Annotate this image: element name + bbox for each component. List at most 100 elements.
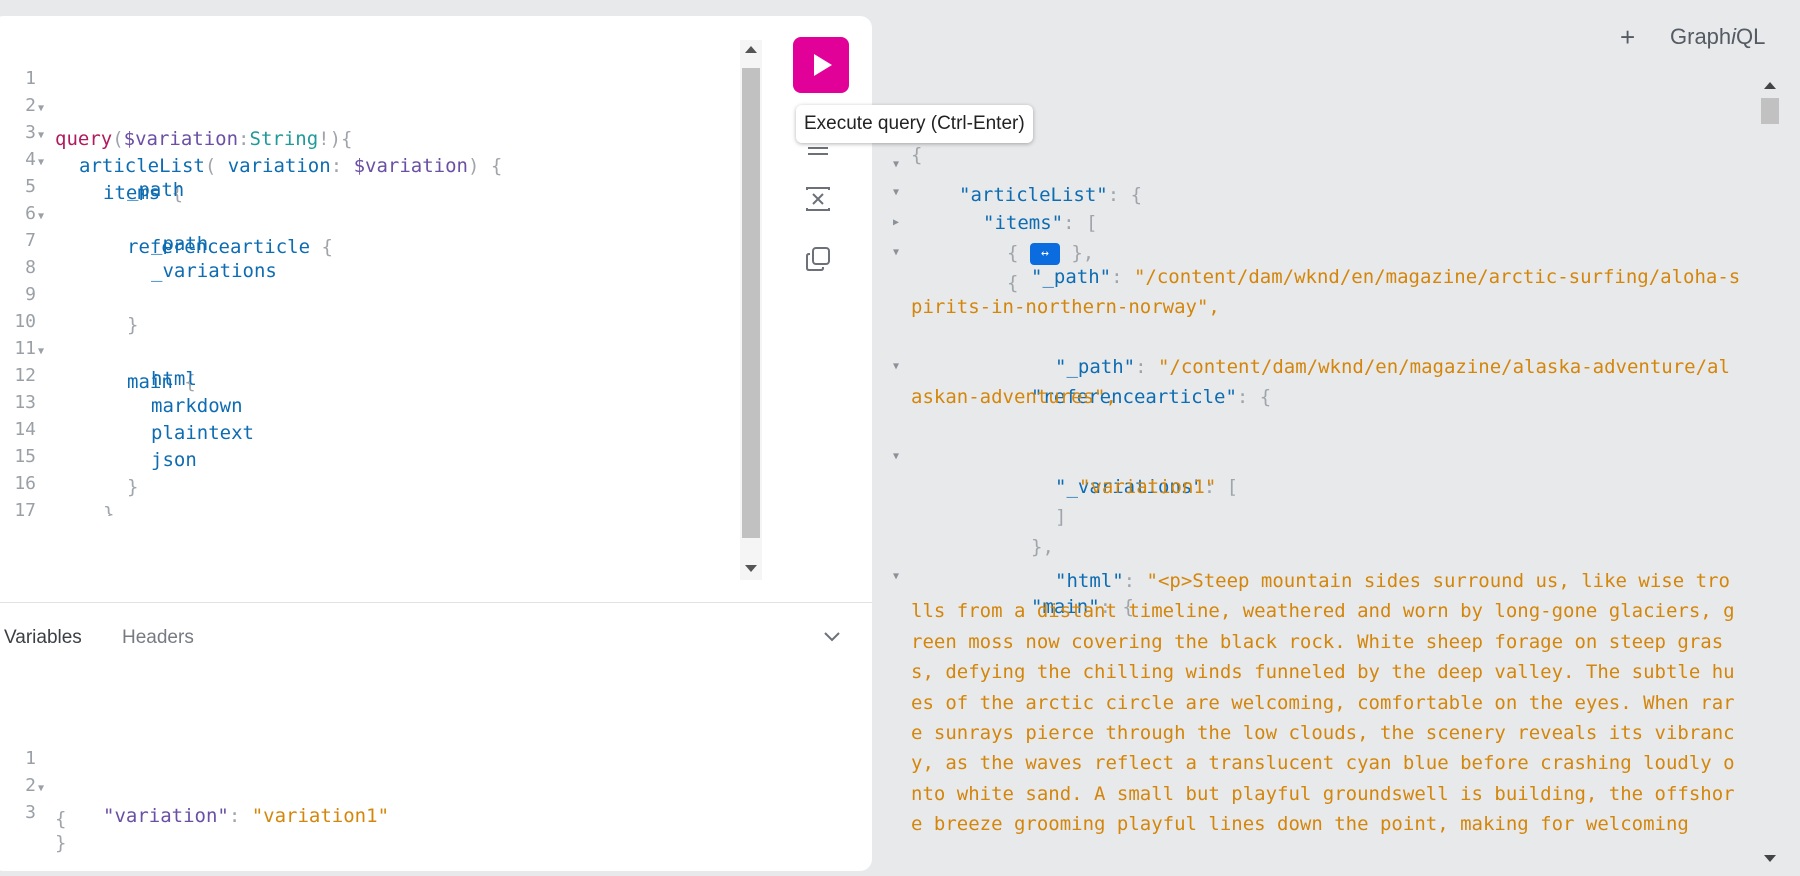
variable-value: "variation1" <box>251 805 390 827</box>
json-key: "_path" <box>1055 356 1136 378</box>
result-line: "_path": "/content/dam/wknd/en/magazine/… <box>911 262 1741 323</box>
json-key: "items" <box>983 212 1064 234</box>
result-line: ] <box>875 472 1066 528</box>
punct-token: : <box>228 805 252 827</box>
punct-token: } <box>127 314 139 336</box>
query-line: 8 <box>0 223 69 278</box>
punct-token: { <box>310 236 333 258</box>
fold-arrow-icon[interactable]: ▼ <box>893 352 899 382</box>
query-editor[interactable]: 1 ▼ query($variation:String!){ 2 ▼ artic… <box>0 34 740 516</box>
execute-tooltip: Execute query (Ctrl-Enter) <box>796 105 1033 143</box>
punct-token: { <box>1007 242 1030 264</box>
punct-token: : <box>1135 356 1158 378</box>
scroll-down-arrow-icon[interactable] <box>1764 855 1776 862</box>
field-token: html <box>151 368 197 390</box>
query-line: 6 _path <box>0 169 208 255</box>
scroll-thumb[interactable] <box>1761 98 1779 124</box>
query-line: 10 ▼ main { <box>0 277 195 393</box>
copy-icon[interactable] <box>803 244 833 274</box>
field-token: _path <box>151 233 209 255</box>
variables-editor[interactable]: 1 ▼ { 2 "variation": "variation1" 3 } <box>0 714 740 854</box>
field-token: markdown <box>151 395 243 417</box>
fold-arrow-icon[interactable]: ▼ <box>893 238 899 268</box>
query-line: 11 html <box>0 304 196 390</box>
query-line: 2 ▼ articleList( variation: $variation) … <box>0 61 502 177</box>
punct-token: }, <box>1031 536 1054 558</box>
json-string: "/content/dam/wknd/en/magazine/alaska-ad… <box>911 356 1730 409</box>
variables-line: 1 ▼ { <box>0 714 69 830</box>
argument-token: variation <box>227 155 331 177</box>
fold-arrow-icon[interactable]: ▼ <box>893 562 899 592</box>
variables-section: Variables Headers <box>0 602 872 654</box>
query-line: 3 ▼ items { <box>0 88 183 204</box>
punct-token: } <box>127 476 139 498</box>
punct-token: ) { <box>467 155 503 177</box>
field-token: articleList <box>79 155 205 177</box>
type-token: String <box>249 128 319 150</box>
result-line: "variation1" <box>875 442 1216 498</box>
punct-token: : <box>1111 266 1134 288</box>
query-line: 9 } <box>0 250 138 336</box>
scroll-up-arrow-icon[interactable] <box>1764 82 1776 89</box>
punct-token: : <box>1123 570 1147 592</box>
punct-token: : [ <box>1063 212 1098 234</box>
editor-scrollbar[interactable] <box>740 40 762 580</box>
variable-key: "variation" <box>103 805 229 827</box>
result-line: ▼ "_variations": [ <box>875 412 1238 498</box>
variables-line: 2 "variation": "variation1" <box>0 741 389 827</box>
query-editor-panel: 1 ▼ query($variation:String!){ 2 ▼ artic… <box>0 16 872 871</box>
chevron-down-icon[interactable] <box>822 629 842 643</box>
punct-token: : <box>330 155 354 177</box>
field-token: _path <box>127 179 185 201</box>
variables-line: 3 } <box>0 768 69 854</box>
play-icon <box>814 54 832 76</box>
result-line: "_path": "/content/dam/wknd/en/magazine/… <box>911 352 1741 413</box>
scroll-up-arrow-icon[interactable] <box>745 46 757 53</box>
punct-token: : <box>238 128 250 150</box>
punct-token: ( <box>112 128 124 150</box>
result-line: ▼ { <box>875 208 1018 294</box>
query-line: 15 } <box>0 412 138 498</box>
result-line: "html": "<p>Steep mountain sides surroun… <box>911 566 1741 868</box>
result-line: ▼ "referencearticle": { <box>875 322 1271 408</box>
query-line: 12 markdown <box>0 331 242 417</box>
result-line: }, <box>875 502 1054 558</box>
json-string: "variation1" <box>1079 476 1217 498</box>
punct-token: !){ <box>318 128 353 150</box>
variable-token: $variation <box>123 128 239 150</box>
result-scrollbar[interactable] <box>1760 82 1780 862</box>
tab-headers[interactable]: Headers <box>122 627 194 649</box>
query-line: 7 _variations <box>0 196 277 282</box>
field-token: plaintext <box>151 422 254 444</box>
punct-token: }, <box>1059 242 1095 264</box>
query-line: 17 } <box>0 466 69 516</box>
query-line: 4 _path <box>0 115 184 201</box>
punct-token: } <box>103 503 115 516</box>
punct-token: ( <box>204 155 228 177</box>
json-key: "html" <box>1055 570 1124 592</box>
query-line: 1 ▼ query($variation:String!){ <box>0 34 352 150</box>
json-key: "articleList" <box>959 184 1108 206</box>
json-key: "_path" <box>1031 266 1112 288</box>
punct-token: } <box>55 832 67 854</box>
execute-query-button[interactable] <box>793 37 849 93</box>
query-line: 18 } <box>0 493 69 516</box>
tab-variables[interactable]: Variables <box>4 627 82 649</box>
punct-token: : { <box>1107 184 1143 206</box>
json-string: "<p>Steep mountain sides surround us, li… <box>911 570 1735 836</box>
result-line: ▼ "main": { <box>875 532 1134 618</box>
field-token: _variations <box>151 260 277 282</box>
scroll-down-arrow-icon[interactable] <box>745 565 757 572</box>
punct-token: ] <box>1055 506 1067 528</box>
scroll-thumb[interactable] <box>742 68 760 538</box>
line-number: 3 <box>25 802 36 823</box>
query-line: 5 ▼ referencearticle { <box>0 142 333 258</box>
query-line: 14 json <box>0 385 196 471</box>
result-line: ▶ { ↔ }, <box>875 178 1094 265</box>
query-line: 13 plaintext <box>0 358 254 444</box>
merge-fragments-icon[interactable] <box>803 184 833 214</box>
query-line: 16 } <box>0 439 114 516</box>
field-token: json <box>151 449 197 471</box>
variable-token: $variation <box>353 155 468 177</box>
result-line: ▼ "items": [ <box>875 148 1097 234</box>
